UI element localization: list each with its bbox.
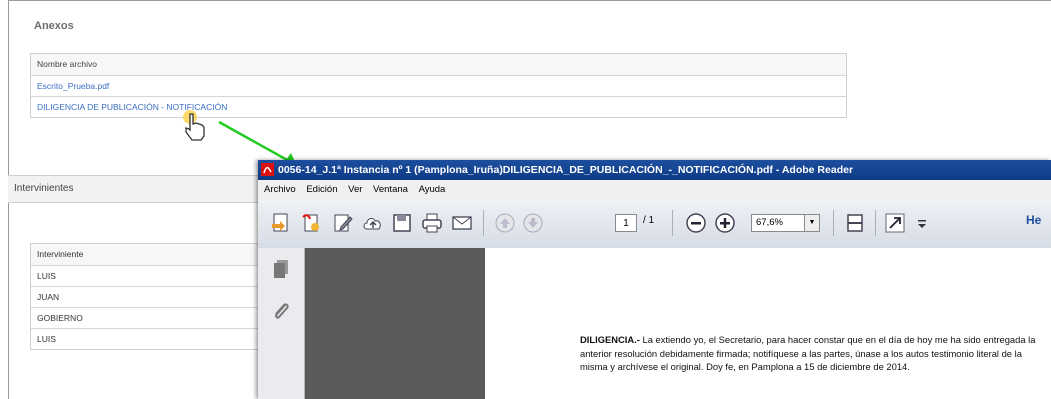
pdf-app-icon bbox=[261, 163, 274, 176]
file-link-diligencia[interactable]: DILIGENCIA DE PUBLICACIÓN - NOTIFICACIÓN bbox=[31, 96, 846, 117]
menu-edicion[interactable]: Edición bbox=[306, 184, 337, 195]
window-title: 0056-14_J.1ª Instancia nº 1 (Pamplona_Ir… bbox=[278, 164, 854, 176]
toolbar-overflow-icon[interactable] bbox=[911, 212, 933, 234]
pdf-page: DILIGENCIA.- La extiendo yo, el Secretar… bbox=[485, 248, 1051, 399]
intervinientes-title: Intervinientes bbox=[8, 175, 268, 203]
anexos-title: Anexos bbox=[34, 20, 74, 32]
zoom-level-input[interactable]: 67,6% bbox=[751, 214, 805, 232]
attachments-icon[interactable] bbox=[270, 300, 292, 322]
cloud-upload-icon[interactable] bbox=[362, 212, 384, 234]
next-page-icon[interactable] bbox=[522, 212, 544, 234]
adobe-reader-window: 0056-14_J.1ª Instancia nº 1 (Pamplona_Ir… bbox=[258, 160, 1051, 399]
table-row: LUIS bbox=[31, 265, 259, 286]
previous-page-icon[interactable] bbox=[494, 212, 516, 234]
zoom-dropdown-icon[interactable]: ▼ bbox=[805, 214, 820, 232]
page-total: / 1 bbox=[643, 215, 655, 226]
print-icon[interactable] bbox=[421, 212, 443, 234]
window-title-bar: 0056-14_J.1ª Instancia nº 1 (Pamplona_Ir… bbox=[258, 160, 1051, 180]
menu-ver[interactable]: Ver bbox=[348, 184, 362, 195]
menu-ayuda[interactable]: Ayuda bbox=[419, 184, 446, 195]
edit-icon[interactable] bbox=[332, 212, 354, 234]
intervinientes-table: Interviniente LUIS JUAN GOBIERNO LUIS bbox=[30, 243, 260, 350]
hand-cursor-icon bbox=[183, 110, 205, 141]
save-icon[interactable] bbox=[391, 212, 413, 234]
fit-page-icon[interactable] bbox=[844, 212, 866, 234]
document-heading: DILIGENCIA.- bbox=[580, 334, 640, 345]
document-body: La extiendo yo, el Secretario, para hace… bbox=[580, 334, 1036, 372]
toolbar-separator bbox=[833, 210, 834, 236]
full-screen-icon[interactable] bbox=[884, 212, 906, 234]
document-background bbox=[305, 248, 485, 399]
page-thumbnails-icon[interactable] bbox=[270, 258, 292, 280]
intervinientes-header: Interviniente bbox=[31, 244, 259, 265]
zoom-out-icon[interactable] bbox=[685, 212, 707, 234]
table-row: JUAN bbox=[31, 286, 259, 307]
toolbar-separator bbox=[483, 210, 484, 236]
email-icon[interactable] bbox=[451, 212, 473, 234]
page-number-input[interactable]: 1 bbox=[615, 214, 637, 232]
menu-bar: Archivo Edición Ver Ventana Ayuda bbox=[258, 180, 1051, 200]
combine-files-icon[interactable] bbox=[300, 212, 322, 234]
tools-link[interactable]: He bbox=[1026, 213, 1041, 227]
table-row: GOBIERNO bbox=[31, 307, 259, 328]
toolbar-separator bbox=[672, 210, 673, 236]
create-pdf-icon[interactable] bbox=[270, 212, 292, 234]
toolbar-separator bbox=[875, 210, 876, 236]
toolbar: 1 / 1 67,6% ▼ He bbox=[258, 200, 1051, 249]
file-link-escrito[interactable]: Escrito_Prueba.pdf bbox=[31, 75, 846, 96]
navigation-pane bbox=[258, 248, 305, 399]
menu-archivo[interactable]: Archivo bbox=[264, 184, 296, 195]
document-text: DILIGENCIA.- La extiendo yo, el Secretar… bbox=[580, 333, 1045, 374]
table-row: LUIS bbox=[31, 328, 259, 349]
anexos-header: Nombre archivo bbox=[31, 54, 846, 75]
anexos-table: Nombre archivo Escrito_Prueba.pdf DILIGE… bbox=[30, 53, 847, 118]
zoom-in-icon[interactable] bbox=[714, 212, 736, 234]
menu-ventana[interactable]: Ventana bbox=[373, 184, 408, 195]
